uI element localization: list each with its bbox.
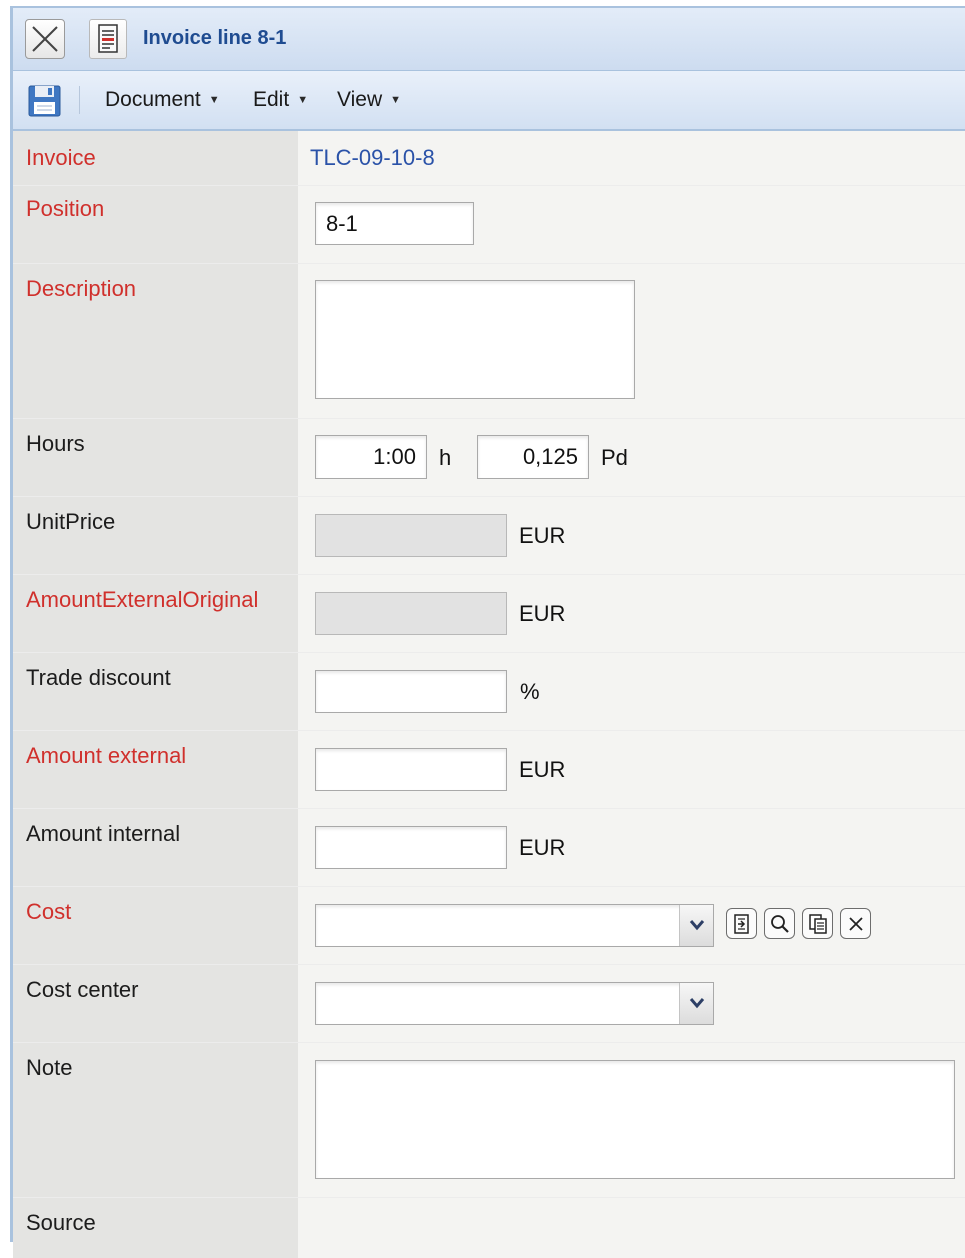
trade-discount-label: Trade discount bbox=[26, 665, 171, 690]
document-type-button bbox=[89, 19, 127, 59]
caret-down-icon: ▼ bbox=[208, 94, 220, 106]
unit-price-label: UnitPrice bbox=[26, 509, 116, 534]
row-invoice: Invoice TLC-09-10-8 bbox=[13, 131, 965, 186]
amount-internal-currency: EUR bbox=[519, 835, 566, 860]
window-title: Invoice line 8-1 bbox=[143, 27, 287, 49]
trade-discount-input[interactable] bbox=[315, 670, 507, 713]
row-trade-discount: Trade discount % bbox=[13, 653, 965, 731]
hours-label: Hours bbox=[26, 431, 85, 456]
amount-external-original-currency: EUR bbox=[519, 601, 566, 626]
close-icon bbox=[32, 26, 58, 52]
save-button[interactable] bbox=[27, 83, 63, 119]
trade-discount-percent: % bbox=[520, 679, 540, 704]
cost-label: Cost bbox=[26, 899, 72, 924]
menu-view[interactable]: View ▼ bbox=[337, 88, 401, 112]
toolbar: Document ▼ Edit ▼ View ▼ bbox=[13, 71, 965, 131]
row-description: Description bbox=[13, 264, 965, 419]
clear-icon bbox=[849, 917, 863, 931]
row-cost-center: Cost center bbox=[13, 965, 965, 1043]
menu-edit[interactable]: Edit ▼ bbox=[253, 88, 308, 112]
caret-down-icon: ▼ bbox=[297, 94, 309, 106]
search-icon bbox=[771, 915, 789, 933]
note-textarea[interactable] bbox=[315, 1060, 955, 1179]
description-textarea[interactable] bbox=[315, 280, 635, 399]
cost-copy-button[interactable] bbox=[802, 908, 833, 939]
title-bar: Invoice line 8-1 bbox=[13, 8, 965, 71]
row-amount-internal: Amount internal EUR bbox=[13, 809, 965, 887]
cost-center-dropdown-button[interactable] bbox=[679, 983, 713, 1024]
unit-price-currency: EUR bbox=[519, 523, 566, 548]
chevron-down-icon bbox=[689, 920, 705, 931]
menu-edit-label: Edit bbox=[253, 88, 290, 111]
row-hours: Hours 1:00 h 0,125 Pd bbox=[13, 419, 965, 497]
amount-external-currency: EUR bbox=[519, 757, 566, 782]
row-amount-external-original: AmountExternalOriginal EUR bbox=[13, 575, 965, 653]
cost-dropdown-button[interactable] bbox=[679, 905, 713, 946]
cost-open-button[interactable] bbox=[726, 908, 757, 939]
menu-document-label: Document bbox=[105, 88, 201, 111]
floppy-disk-icon bbox=[28, 85, 61, 117]
amount-external-input[interactable] bbox=[315, 748, 507, 791]
amount-internal-label: Amount internal bbox=[26, 821, 181, 846]
amount-external-original-input bbox=[315, 592, 507, 635]
invoice-line-window: Invoice line 8-1 Document ▼ Edit ▼ View … bbox=[10, 6, 965, 1258]
cost-center-label: Cost center bbox=[26, 977, 139, 1002]
invoice-label: Invoice bbox=[26, 145, 96, 170]
cost-center-combobox[interactable] bbox=[315, 982, 714, 1025]
cost-clear-button[interactable] bbox=[840, 908, 871, 939]
description-label: Description bbox=[26, 276, 137, 301]
cost-combobox[interactable] bbox=[315, 904, 714, 947]
person-days-unit: Pd bbox=[601, 445, 628, 470]
copy-icon bbox=[809, 914, 827, 934]
invoice-link[interactable]: TLC-09-10-8 bbox=[310, 145, 435, 171]
person-days-input[interactable]: 0,125 bbox=[477, 435, 589, 479]
close-button[interactable] bbox=[25, 19, 65, 59]
caret-down-icon: ▼ bbox=[390, 94, 402, 106]
row-position: Position 8-1 bbox=[13, 186, 965, 264]
invoice-line-form: Invoice TLC-09-10-8 Position 8-1 Descrip… bbox=[13, 131, 965, 1258]
row-unit-price: UnitPrice EUR bbox=[13, 497, 965, 575]
row-note: Note bbox=[13, 1043, 965, 1198]
chevron-down-icon bbox=[689, 998, 705, 1009]
row-amount-external: Amount external EUR bbox=[13, 731, 965, 809]
menu-view-label: View bbox=[337, 88, 383, 111]
amount-external-label: Amount external bbox=[26, 743, 187, 768]
document-icon bbox=[98, 24, 118, 53]
unit-price-input bbox=[315, 514, 507, 557]
amount-external-original-label: AmountExternalOriginal bbox=[26, 587, 259, 612]
amount-internal-input[interactable] bbox=[315, 826, 507, 869]
hours-unit: h bbox=[439, 445, 452, 470]
open-icon bbox=[734, 914, 749, 934]
position-label: Position bbox=[26, 196, 105, 221]
menu-document[interactable]: Document ▼ bbox=[105, 88, 220, 112]
source-label: Source bbox=[26, 1210, 96, 1235]
cost-search-button[interactable] bbox=[764, 908, 795, 939]
note-label: Note bbox=[26, 1055, 73, 1080]
row-source: Source bbox=[13, 1198, 965, 1258]
toolbar-separator bbox=[79, 86, 80, 114]
hours-input[interactable]: 1:00 bbox=[315, 435, 427, 479]
position-input[interactable]: 8-1 bbox=[315, 202, 474, 245]
